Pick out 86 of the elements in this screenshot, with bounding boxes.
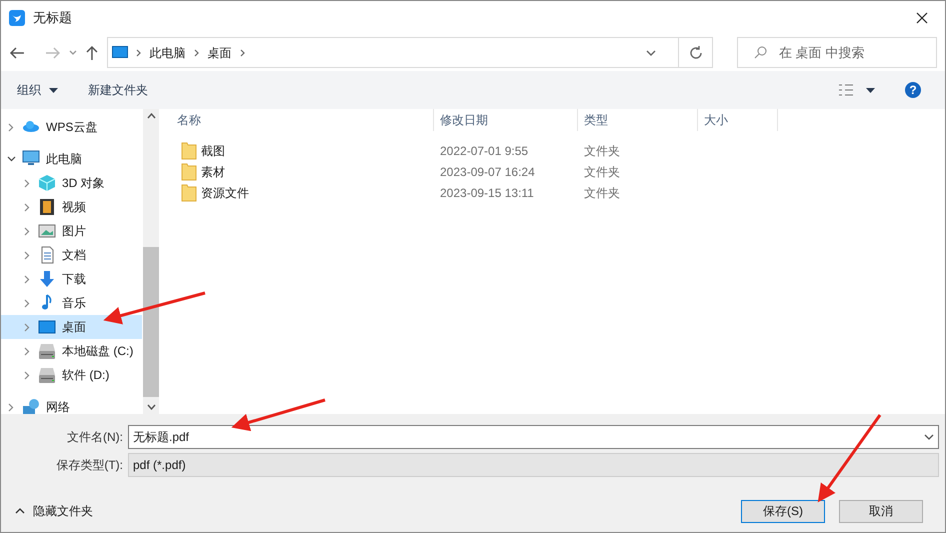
- view-options-icon[interactable]: [838, 83, 854, 97]
- film-icon: [38, 198, 56, 216]
- breadcrumb[interactable]: 桌面: [208, 44, 232, 62]
- table-cell: 2023-09-15 13:11: [440, 186, 534, 200]
- chevron-up-icon[interactable]: [15, 507, 25, 515]
- monitor-icon: [112, 46, 128, 59]
- nav-item[interactable]: 图片: [1, 219, 142, 243]
- hide-folders-button[interactable]: 隐藏文件夹: [7, 502, 93, 520]
- folder-icon: [181, 162, 197, 180]
- nav-item[interactable]: WPS云盘: [1, 115, 142, 139]
- table-cell: 文件夹: [584, 186, 620, 200]
- nav-item[interactable]: 文档: [1, 243, 142, 267]
- chevron-down-icon[interactable]: [7, 155, 16, 163]
- file-name[interactable]: 截图: [201, 142, 225, 160]
- file-name[interactable]: 资源文件: [201, 184, 249, 202]
- table-cell: 文件夹: [584, 144, 620, 158]
- column-header[interactable]: 大小: [698, 109, 778, 131]
- chevron-right-icon[interactable]: [23, 178, 32, 188]
- nav-item[interactable]: 下载: [1, 267, 142, 291]
- scroll-up-icon[interactable]: [146, 113, 156, 119]
- file-name-field[interactable]: 无标题.pdf: [133, 428, 920, 446]
- chevron-right-icon[interactable]: [7, 402, 16, 412]
- file-name-box[interactable]: 无标题.pdf: [128, 425, 939, 449]
- table-cell: 2022-07-01 9:55: [440, 144, 528, 158]
- refresh-icon[interactable]: [690, 46, 702, 59]
- nav-item[interactable]: 视频: [1, 195, 142, 219]
- table-cell: 文件夹: [584, 164, 620, 178]
- new-folder-button[interactable]: 新建文件夹: [88, 81, 148, 99]
- network-icon: [22, 398, 40, 414]
- field-label: 保存类型(T):: [55, 457, 123, 474]
- search-icon: [754, 46, 768, 59]
- folder-icon: [181, 184, 197, 202]
- column-header[interactable]: 类型: [578, 109, 698, 131]
- back-icon[interactable]: [9, 46, 25, 60]
- address-bar[interactable]: 此电脑 桌面: [106, 37, 714, 68]
- table-cell: 2023-09-07 16:24: [440, 164, 535, 178]
- image-icon: [38, 222, 56, 240]
- save-type-dropdown[interactable]: pdf (*.pdf): [128, 453, 939, 477]
- drive-icon: [38, 366, 56, 384]
- dropdown-caret-icon[interactable]: [646, 50, 656, 56]
- chevron-right-icon[interactable]: [23, 202, 32, 212]
- close-icon[interactable]: [916, 12, 928, 24]
- scrollbar[interactable]: [143, 109, 159, 414]
- file-name[interactable]: 素材: [201, 162, 225, 180]
- app-logo-icon: [9, 10, 25, 26]
- caret-icon[interactable]: [49, 88, 58, 92]
- help-button[interactable]: ?: [905, 82, 921, 98]
- column-header[interactable]: 修改日期: [434, 109, 578, 131]
- nav-item[interactable]: 3D 对象: [1, 171, 142, 195]
- search-box[interactable]: 在 桌面 中搜索: [737, 37, 937, 68]
- folder-icon: [181, 142, 197, 160]
- chevron-icon[interactable]: [194, 48, 200, 56]
- up-icon[interactable]: [84, 44, 99, 60]
- organize-button[interactable]: 组织: [17, 81, 58, 99]
- nav-item[interactable]: 本地磁盘 (C:): [1, 339, 142, 363]
- chevron-icon[interactable]: [136, 48, 142, 56]
- chevron-right-icon[interactable]: [23, 298, 32, 308]
- nav-item[interactable]: 音乐: [1, 291, 142, 315]
- history-caret-icon[interactable]: [68, 50, 77, 56]
- chevron-right-icon[interactable]: [23, 322, 32, 332]
- cube-icon: [38, 174, 56, 192]
- nav-item[interactable]: 软件 (D:): [1, 363, 142, 387]
- scroll-down-icon[interactable]: [146, 404, 156, 410]
- search-field[interactable]: 在 桌面 中搜索: [779, 42, 930, 62]
- nav-item[interactable]: 此电脑: [1, 147, 142, 171]
- monitor-icon: [22, 150, 40, 168]
- window-title: 无标题: [33, 8, 72, 27]
- view-caret-icon[interactable]: [866, 88, 875, 92]
- chevron-right-icon[interactable]: [23, 346, 32, 356]
- dropdown-caret-icon[interactable]: [924, 434, 934, 440]
- save-button[interactable]: 保存(S): [741, 500, 825, 522]
- breadcrumb[interactable]: 此电脑: [150, 44, 186, 62]
- nav-item[interactable]: 桌面: [1, 315, 142, 339]
- chevron-right-icon[interactable]: [7, 122, 16, 132]
- cancel-button[interactable]: 取消: [839, 500, 923, 522]
- chevron-right-icon[interactable]: [23, 226, 32, 236]
- chevron-icon[interactable]: [240, 48, 246, 56]
- column-header[interactable]: 名称: [171, 109, 434, 131]
- monitor-icon: [38, 318, 56, 336]
- chevron-right-icon[interactable]: [23, 274, 32, 284]
- chevron-right-icon[interactable]: [23, 250, 32, 260]
- field-label: 文件名(N):: [66, 429, 123, 446]
- nav-item[interactable]: 网络: [1, 395, 142, 414]
- chevron-right-icon[interactable]: [23, 370, 32, 380]
- drive-icon: [38, 342, 56, 360]
- down-arrow-icon: [38, 270, 56, 288]
